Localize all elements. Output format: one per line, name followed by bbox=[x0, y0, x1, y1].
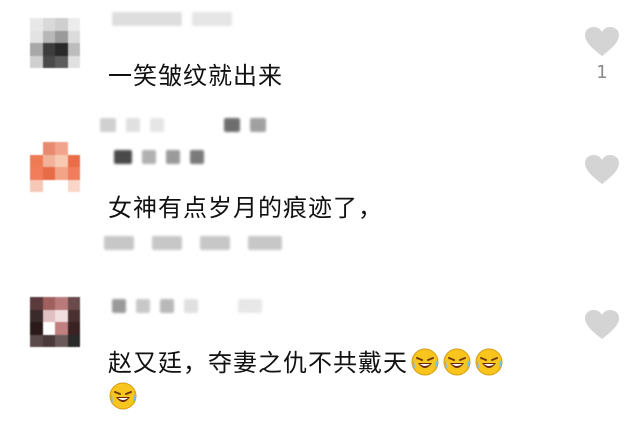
laughing-crying-emoji bbox=[475, 348, 503, 376]
comment-item: 女神有点岁月的痕迹了， bbox=[0, 110, 640, 260]
username[interactable] bbox=[112, 12, 232, 26]
laughing-crying-emoji bbox=[109, 382, 137, 410]
comment-text: 赵又廷，夺妻之仇不共戴天 bbox=[108, 343, 504, 378]
comment-text-continued bbox=[108, 381, 138, 411]
comment-text: 女神有点岁月的痕迹了， bbox=[108, 194, 383, 222]
avatar[interactable] bbox=[30, 142, 80, 192]
username[interactable] bbox=[100, 118, 266, 132]
comment-text: 一笑皱纹就出来 bbox=[108, 62, 283, 90]
avatar[interactable] bbox=[30, 297, 80, 347]
heart-icon[interactable] bbox=[584, 154, 620, 186]
like-count: 1 bbox=[596, 62, 608, 83]
comment-item: 一笑皱纹就出来 1 bbox=[0, 0, 640, 110]
username[interactable] bbox=[112, 299, 262, 313]
comment-meta bbox=[104, 236, 282, 250]
avatar[interactable] bbox=[30, 18, 80, 68]
laughing-crying-emoji bbox=[411, 348, 439, 376]
heart-icon[interactable] bbox=[584, 309, 620, 341]
heart-icon[interactable] bbox=[584, 26, 620, 58]
comment-text-body: 赵又廷，夺妻之仇不共戴天 bbox=[108, 349, 408, 377]
comment-item: 赵又廷，夺妻之仇不共戴天 bbox=[0, 285, 640, 425]
user-badge bbox=[114, 150, 204, 164]
laughing-crying-emoji bbox=[443, 348, 471, 376]
